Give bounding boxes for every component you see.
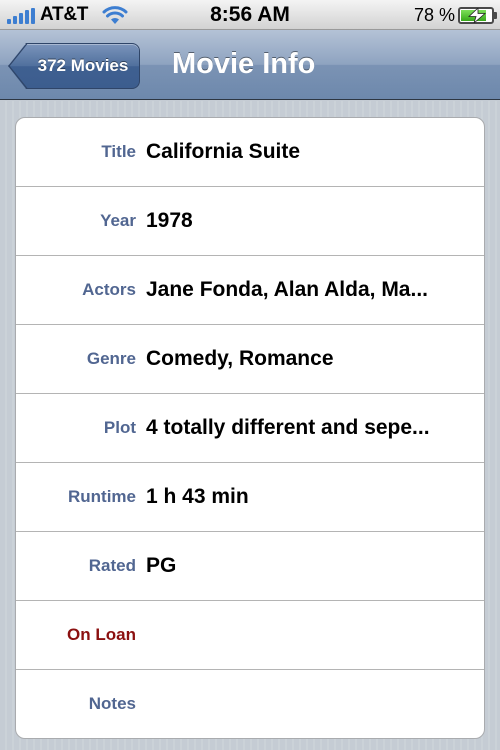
- field-row-genre[interactable]: Genre Comedy, Romance: [16, 325, 484, 394]
- charging-bolt-icon: [467, 8, 487, 23]
- field-label: Genre: [86, 349, 136, 368]
- field-label-on-loan: On Loan: [67, 625, 136, 644]
- field-label: Actors: [82, 280, 136, 299]
- field-value: PG: [146, 554, 177, 577]
- field-value: 1 h 43 min: [146, 485, 249, 508]
- field-value: California Suite: [146, 140, 301, 163]
- field-value: 4 totally different and sepe...: [146, 416, 430, 439]
- field-row-year[interactable]: Year 1978: [16, 187, 484, 256]
- field-row-title[interactable]: Title California Suite: [16, 118, 484, 187]
- battery-percent: 78 %: [413, 5, 455, 25]
- field-label: Title: [101, 142, 136, 161]
- field-label: Runtime: [68, 487, 136, 506]
- field-row-on-loan[interactable]: On Loan: [16, 601, 484, 670]
- field-value: Jane Fonda, Alan Alda, Ma...: [146, 278, 428, 301]
- field-value: 1978: [146, 209, 193, 232]
- field-row-plot[interactable]: Plot 4 totally different and sepe...: [16, 394, 484, 463]
- navigation-bar: 372 Movies Movie Info: [0, 30, 500, 100]
- movie-fields-table: Title California Suite Year 1978 Actors …: [15, 117, 485, 739]
- field-row-runtime[interactable]: Runtime 1 h 43 min: [16, 463, 484, 532]
- field-row-notes[interactable]: Notes: [16, 670, 484, 738]
- movie-detail-content: Title California Suite Year 1978 Actors …: [0, 101, 500, 750]
- field-label: Notes: [88, 694, 136, 713]
- page-title: Movie Info: [172, 48, 316, 80]
- back-button-label: 372 Movies: [37, 56, 129, 75]
- field-label: Year: [100, 211, 136, 230]
- battery-charging-icon: [458, 7, 497, 24]
- back-chevron-icon: [8, 43, 28, 89]
- status-bar: AT&T 8:56 AM 78 %: [0, 0, 500, 30]
- field-label: Rated: [88, 556, 136, 575]
- field-value: Comedy, Romance: [146, 347, 334, 370]
- field-row-actors[interactable]: Actors Jane Fonda, Alan Alda, Ma...: [16, 256, 484, 325]
- field-label: Plot: [103, 418, 136, 437]
- field-row-rated[interactable]: Rated PG: [16, 532, 484, 601]
